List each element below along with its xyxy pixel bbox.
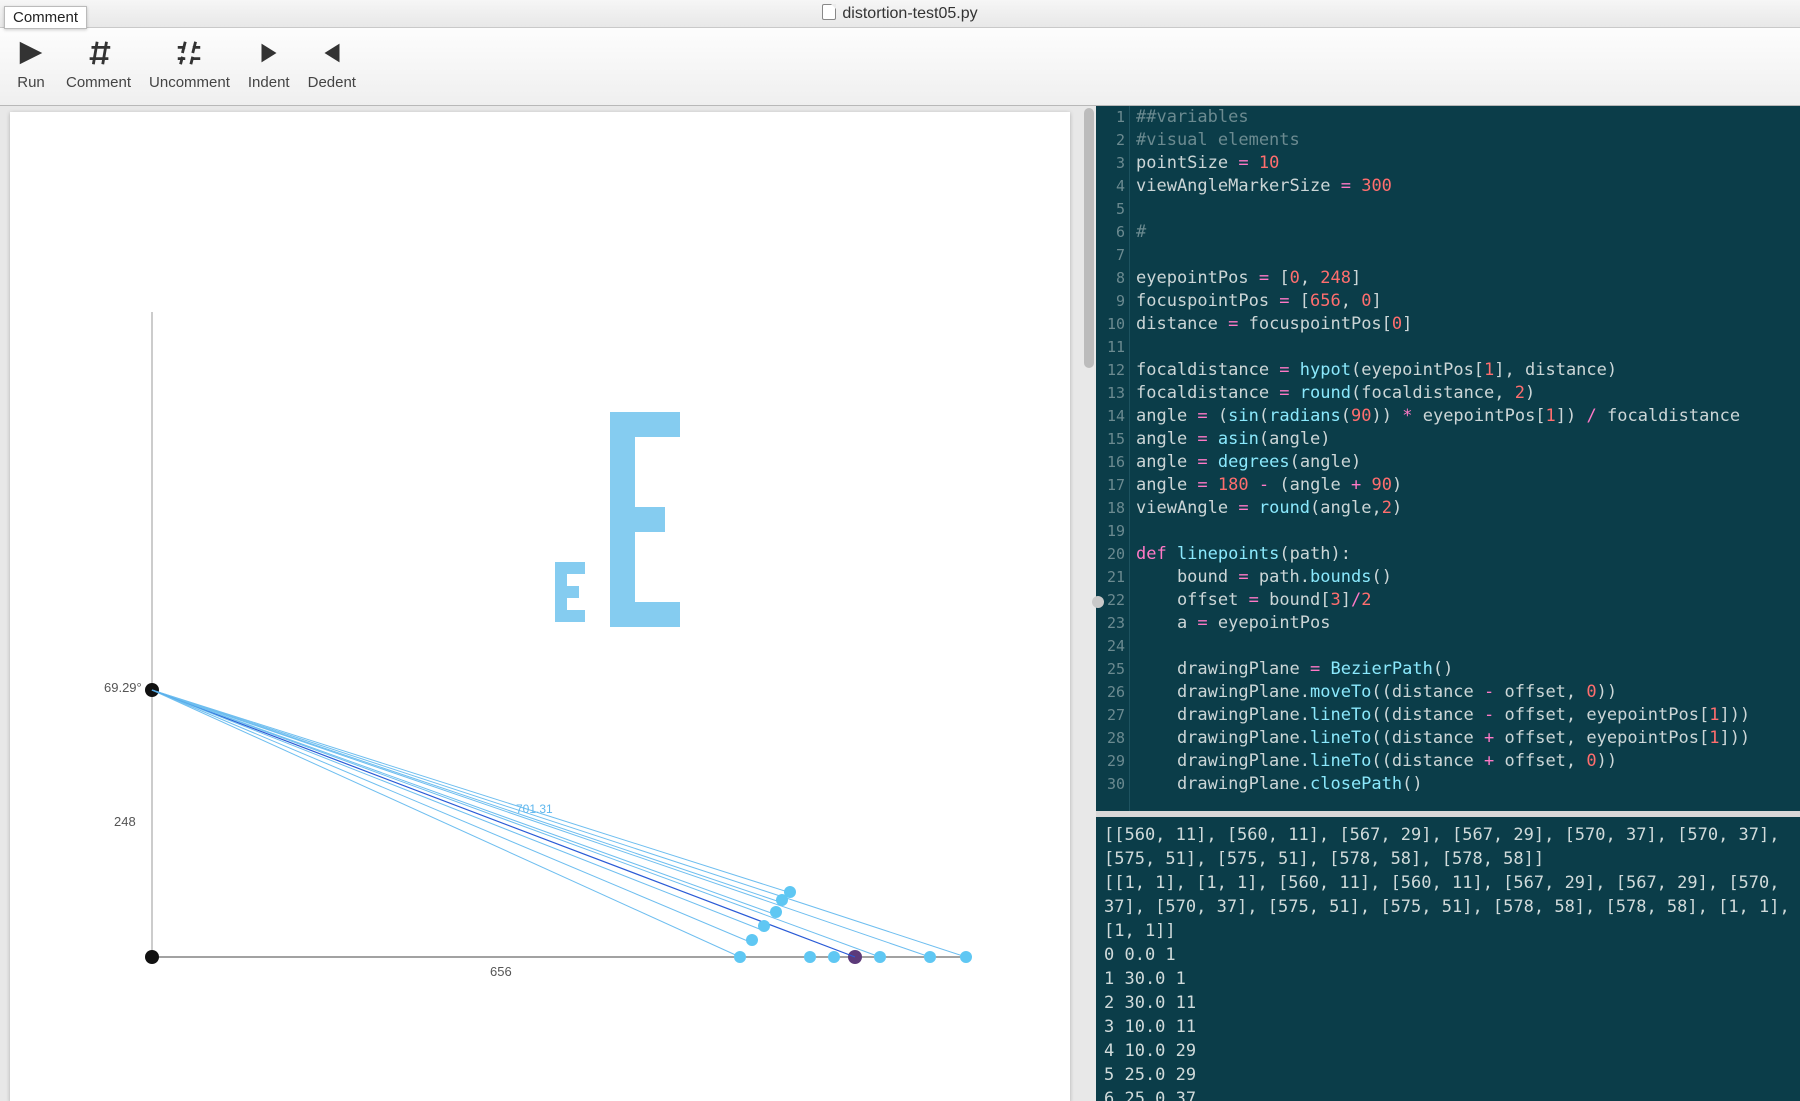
dedent-icon <box>315 36 349 70</box>
window-title: distortion-test05.py <box>0 4 1800 23</box>
window-title-text: distortion-test05.py <box>842 5 977 22</box>
comment-button[interactable]: Comment <box>66 36 131 91</box>
y-axis-label: 248 <box>114 814 136 829</box>
angle-label: 69.29° <box>104 680 142 695</box>
toolbar-label: Indent <box>248 74 290 91</box>
play-icon <box>14 36 48 70</box>
toolbar-label: Run <box>17 74 45 91</box>
focal-label: 701.31 <box>516 802 553 816</box>
run-button[interactable]: Run <box>14 36 48 91</box>
line-gutter: 1234567891011121314151617181920212223242… <box>1096 106 1130 811</box>
hash-icon <box>82 36 116 70</box>
canvas-pane: 69.29° 248 656 701.31 <box>0 106 1096 1101</box>
toolbar-label: Comment <box>66 74 131 91</box>
dedent-button[interactable]: Dedent <box>308 36 356 91</box>
main-split: 69.29° 248 656 701.31 123456789101112131… <box>0 106 1800 1101</box>
toolbar: Run Comment Uncomment Indent Dedent <box>0 28 1800 106</box>
hash-broken-icon <box>172 36 206 70</box>
x-axis-label: 656 <box>490 964 512 979</box>
window-titlebar: distortion-test05.py <box>0 0 1800 28</box>
file-icon <box>822 4 836 20</box>
indent-button[interactable]: Indent <box>248 36 290 91</box>
drawing-svg <box>10 112 1070 1101</box>
code-editor[interactable]: 1234567891011121314151617181920212223242… <box>1096 106 1800 811</box>
vertical-splitter[interactable] <box>1092 596 1104 608</box>
console-output[interactable]: [[560, 11], [560, 11], [567, 29], [567, … <box>1096 811 1800 1101</box>
toolbar-label: Uncomment <box>149 74 230 91</box>
right-pane: 1234567891011121314151617181920212223242… <box>1096 106 1800 1101</box>
toolbar-label: Dedent <box>308 74 356 91</box>
drawing-canvas[interactable]: 69.29° 248 656 701.31 <box>10 112 1070 1101</box>
uncomment-button[interactable]: Uncomment <box>149 36 230 91</box>
tooltip: Comment <box>4 6 87 29</box>
indent-icon <box>252 36 286 70</box>
